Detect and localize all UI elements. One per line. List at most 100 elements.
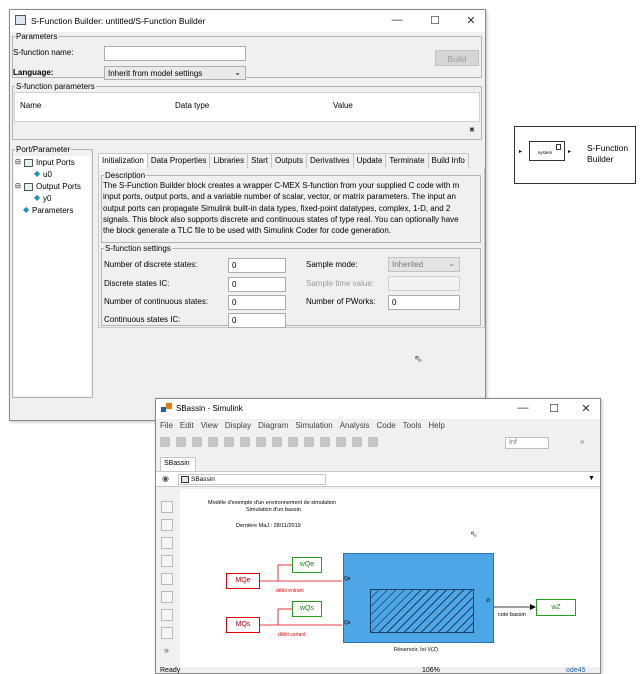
tree-output-ports[interactable]: Output Ports [36, 182, 81, 191]
canvas[interactable]: Modèle d'exemple d'un environnement de s… [180, 489, 600, 667]
discrete-ic-input[interactable]: 0 [228, 277, 286, 292]
parameters-table[interactable]: Name Data type Value [14, 92, 480, 122]
parameters-legend: Parameters [16, 32, 58, 41]
input-port-arrow-icon: ▸ [519, 149, 523, 155]
reservoir-block[interactable]: Qe Qs Zr [343, 553, 494, 643]
menu-display[interactable]: Display [225, 421, 251, 430]
menu-code[interactable]: Code [377, 421, 396, 430]
tree-y0[interactable]: y0 [43, 194, 51, 203]
annotation-icon[interactable] [161, 555, 173, 567]
palette: » [156, 487, 178, 667]
tab-data-properties[interactable]: Data Properties [146, 153, 211, 168]
sfunction-block[interactable]: ▸ system ▸ S-Function Builder [514, 126, 636, 184]
library-icon[interactable] [256, 437, 266, 447]
zoom-icon[interactable] [161, 501, 173, 513]
maximize-button[interactable]: ☐ [424, 14, 446, 27]
menu-tools[interactable]: Tools [403, 421, 422, 430]
back-icon[interactable] [208, 437, 218, 447]
pworks-input[interactable]: 0 [388, 295, 460, 310]
language-dropdown[interactable]: Inherit from model settings ⌄ [104, 66, 246, 80]
tab-start[interactable]: Start [247, 153, 272, 168]
close-button[interactable]: ✕ [460, 14, 482, 27]
close-button[interactable]: ✕ [575, 402, 597, 415]
port-icon [24, 159, 33, 167]
collapse-icon[interactable]: ⊟ [15, 158, 21, 166]
system-box: system [529, 141, 565, 161]
step-forward-icon[interactable] [336, 437, 346, 447]
build-button[interactable]: Build [435, 50, 479, 66]
continuous-ic-input[interactable]: 0 [228, 313, 286, 328]
tab-initialization[interactable]: Initialization [98, 153, 148, 169]
n-continuous-input[interactable]: 0 [228, 295, 286, 310]
description-line: output ports can propagate Simulink buil… [103, 203, 451, 213]
tree-parameters[interactable]: Parameters [32, 206, 73, 215]
menu-view[interactable]: View [201, 421, 218, 430]
tab-outputs[interactable]: Outputs [271, 153, 308, 168]
run-icon[interactable] [320, 437, 330, 447]
collapse-icon[interactable]: ⊟ [15, 182, 21, 190]
fit-view-icon[interactable] [161, 519, 173, 531]
data-inspector-icon[interactable] [368, 437, 378, 447]
tree-input-ports[interactable]: Input Ports [36, 158, 75, 167]
arrow-icon[interactable] [161, 537, 173, 549]
minimize-button[interactable]: — [386, 14, 408, 26]
undo-icon[interactable] [160, 437, 170, 447]
expand-icon[interactable]: » [164, 645, 169, 655]
sample-time-label: Sample time value: [306, 279, 375, 288]
block-name-line1: S-Function [587, 143, 629, 153]
model-icon [181, 476, 189, 483]
hide-explorer-icon[interactable]: ◉ [162, 474, 169, 483]
tab-libraries[interactable]: Libraries [209, 153, 249, 168]
new-icon[interactable] [176, 437, 186, 447]
tab-build-info[interactable]: Build Info [427, 153, 469, 168]
menu-edit[interactable]: Edit [180, 421, 194, 430]
window-title: S-Function Builder: untitled/S-Function … [31, 16, 206, 26]
area-icon[interactable] [161, 591, 173, 603]
menu-analysis[interactable]: Analysis [340, 421, 370, 430]
sample-time-input[interactable] [388, 276, 460, 291]
solver-label[interactable]: ode45 [566, 667, 585, 673]
tab-sbassin[interactable]: SBassin [160, 457, 196, 471]
title-bar[interactable]: S-Function Builder: untitled/S-Function … [10, 10, 485, 32]
model-browser-icon[interactable] [161, 627, 173, 639]
tab-update[interactable]: Update [352, 153, 387, 168]
title-bar[interactable]: SBassin - Simulink — ☐ ✕ [156, 399, 600, 419]
cote-bassin-label: cote bassin [498, 612, 526, 618]
continuous-ic-label: Continuous states IC: [104, 315, 181, 324]
menu-simulation[interactable]: Simulation [295, 421, 332, 430]
delete-icon[interactable]: ✖ [469, 126, 475, 134]
menu-help[interactable]: Help [428, 421, 444, 430]
sample-mode-value: Inherited [392, 260, 424, 269]
app-icon [15, 15, 26, 25]
parameter-diamond-icon: ◆ [23, 205, 30, 214]
parameters-group: Parameters [12, 32, 482, 78]
chevron-down-icon: ⌄ [448, 259, 455, 268]
stop-icon[interactable] [352, 437, 362, 447]
sample-mode-dropdown[interactable]: Inherited ⌄ [388, 257, 460, 272]
settings-legend: S-function settings [105, 244, 171, 253]
model-explorer-icon[interactable] [288, 437, 298, 447]
menu-diagram[interactable]: Diagram [258, 421, 288, 430]
maximize-button[interactable]: ☐ [543, 402, 565, 415]
minimize-button[interactable]: — [512, 402, 534, 414]
up-icon[interactable] [240, 437, 250, 447]
description-legend: Description [105, 171, 146, 180]
settings-icon[interactable] [272, 437, 282, 447]
description-text: The S-Function Builder block creates a w… [103, 180, 480, 236]
menu-file[interactable]: File [160, 421, 173, 430]
sfunction-name-input[interactable] [104, 46, 246, 61]
more-icon[interactable]: » [580, 437, 584, 446]
tree-u0[interactable]: u0 [43, 170, 52, 179]
tab-terminate[interactable]: Terminate [385, 153, 429, 168]
save-icon[interactable] [192, 437, 202, 447]
forward-icon[interactable] [224, 437, 234, 447]
breadcrumb[interactable]: SBassin [178, 474, 326, 485]
camera-icon[interactable] [161, 609, 173, 621]
wz-block[interactable]: wZ [536, 599, 576, 616]
image-icon[interactable] [161, 573, 173, 585]
stop-time-input[interactable]: Inf [505, 437, 549, 449]
step-back-icon[interactable] [304, 437, 314, 447]
chevron-down-icon[interactable]: ▼ [588, 475, 595, 482]
n-discrete-input[interactable]: 0 [228, 258, 286, 273]
tab-derivatives[interactable]: Derivatives [306, 153, 354, 168]
